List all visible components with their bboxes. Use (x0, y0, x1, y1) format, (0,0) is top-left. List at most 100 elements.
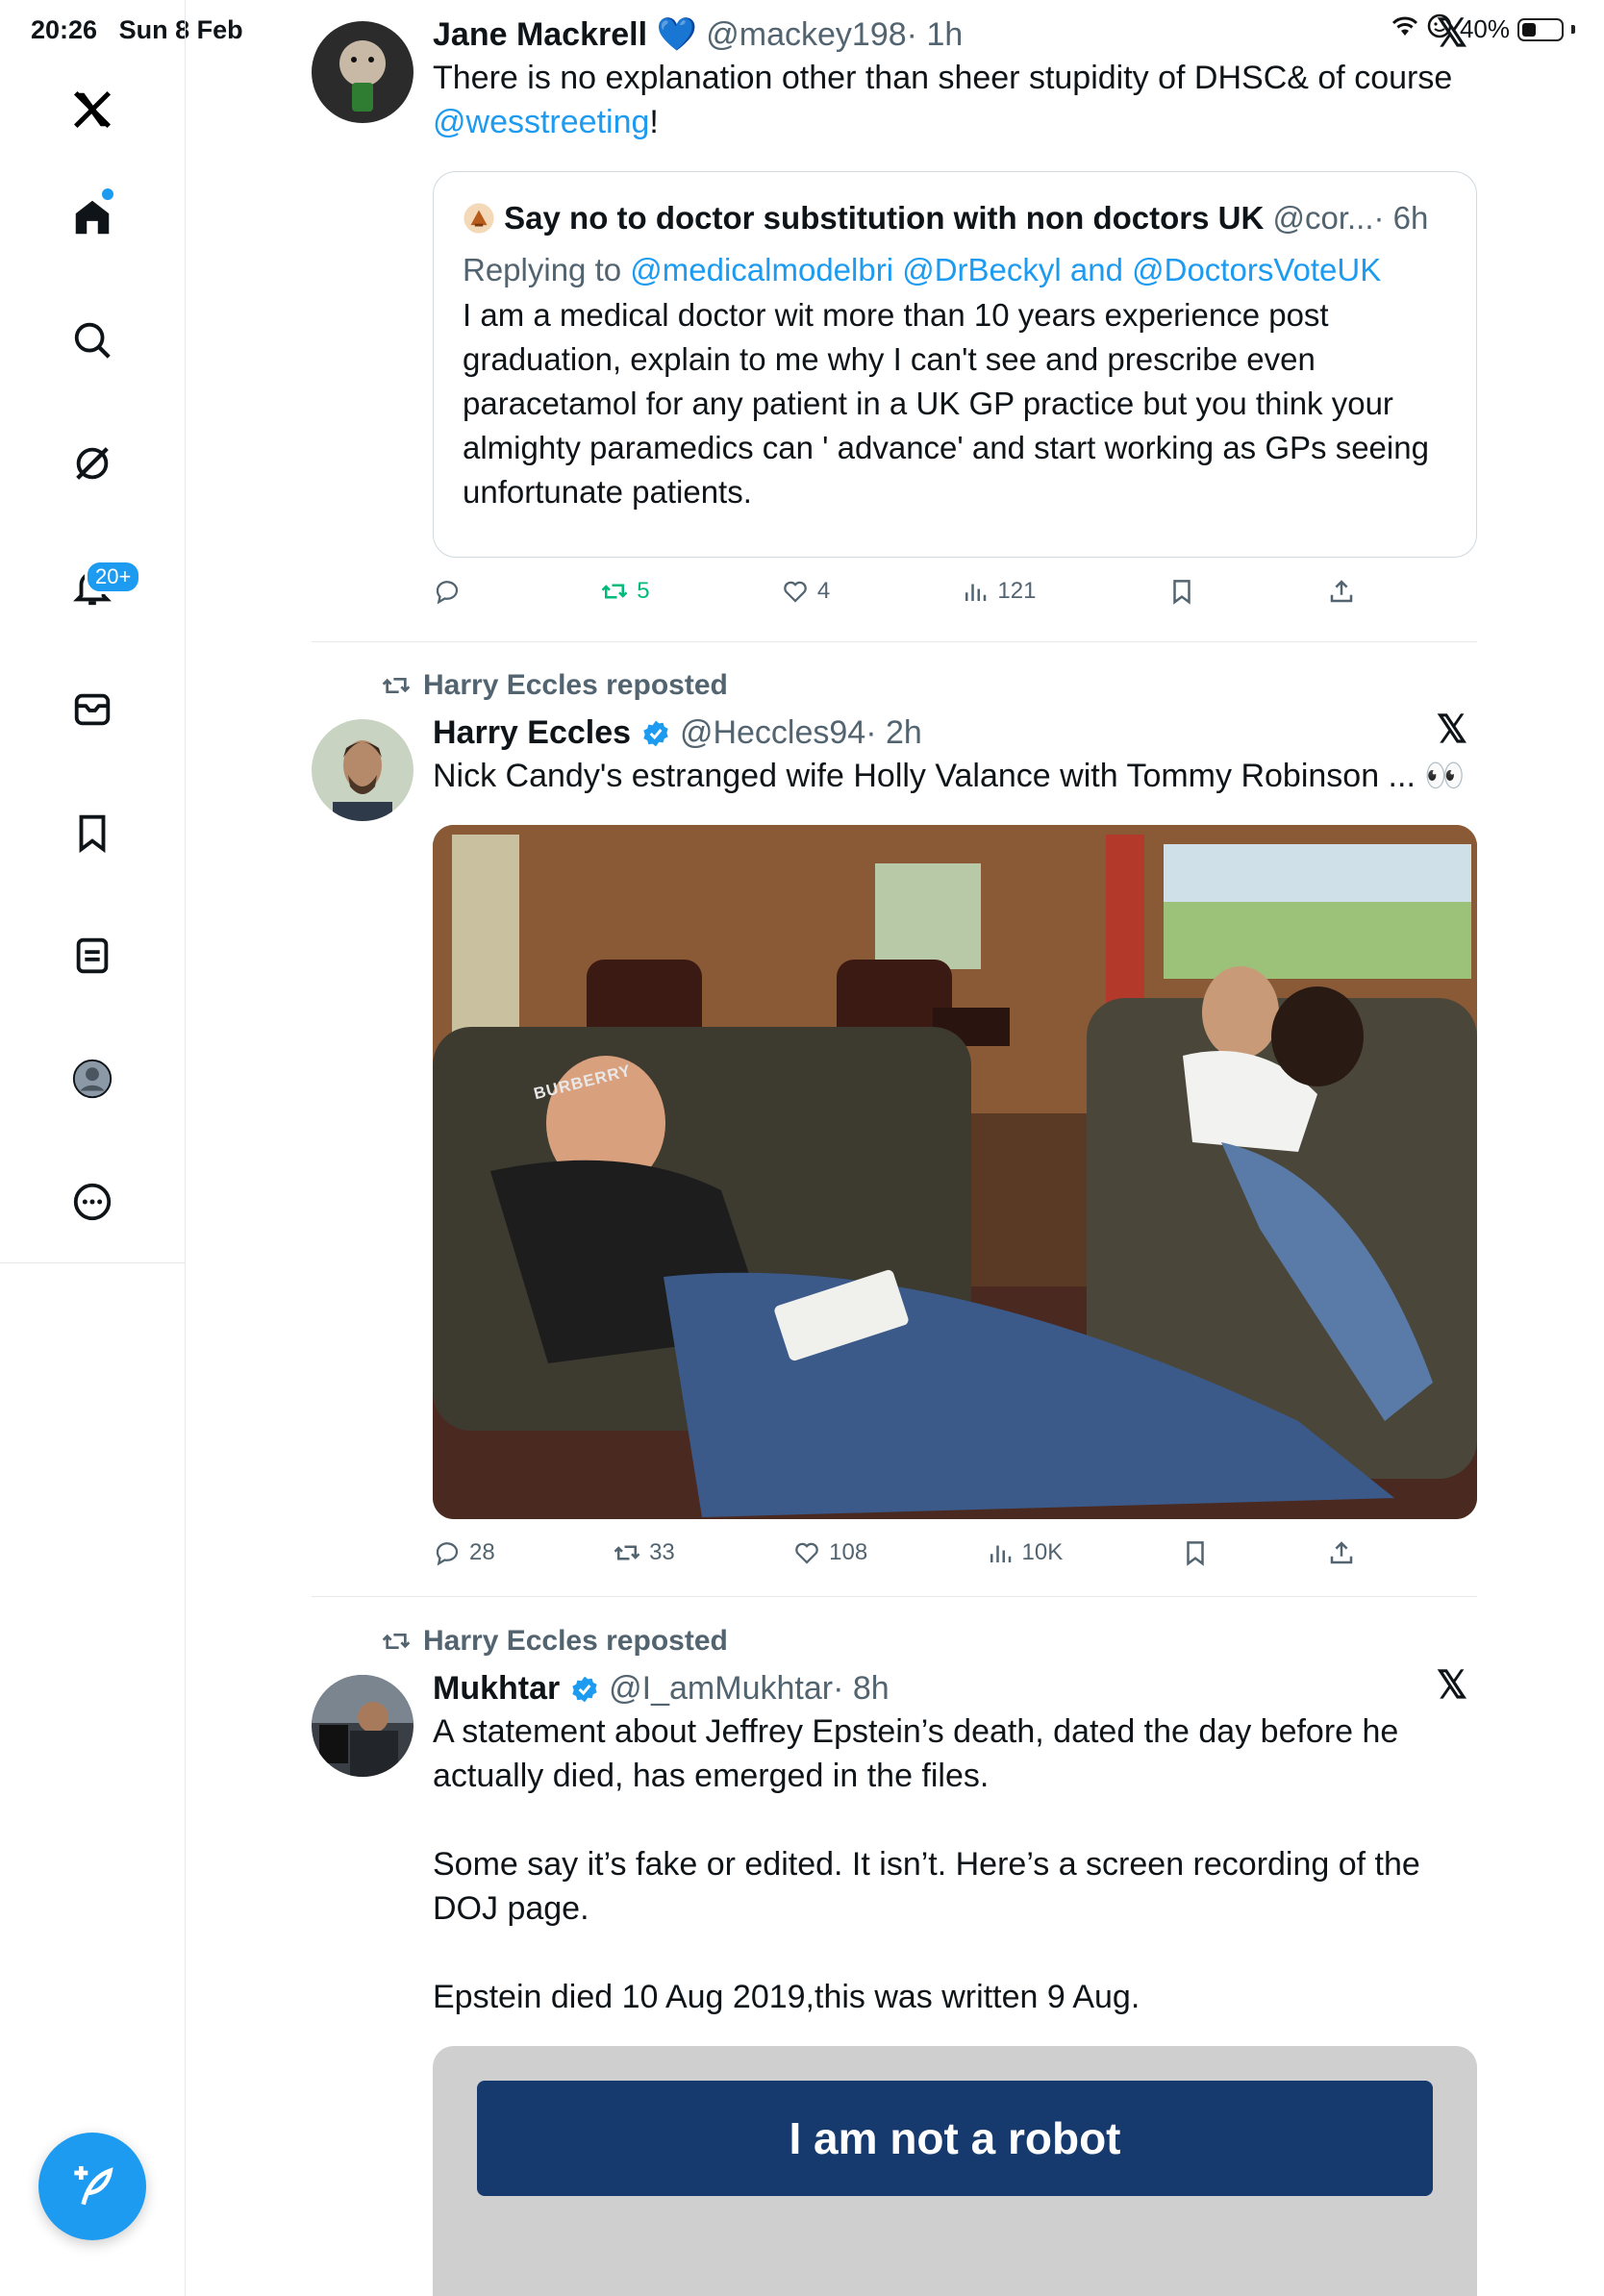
sidebar: 20+ (0, 0, 186, 2296)
bookmark-icon (1172, 580, 1190, 605)
share-icon (1330, 580, 1353, 603)
bookmark-icon (1186, 1541, 1204, 1566)
quote-time: · 6h (1373, 200, 1429, 236)
tweet-header: Harry Eccles @Heccles94· 2h (433, 711, 1477, 754)
quote-author-handle[interactable]: @cor... (1272, 200, 1373, 236)
repost-count: 33 (649, 1539, 675, 1565)
author-name[interactable]: Jane Mackrell (433, 16, 647, 53)
x-logo-icon: 𝕏 (1436, 12, 1467, 55)
repost-count: 5 (637, 578, 650, 604)
reply-mention-link[interactable]: @medicalmodelbri (630, 252, 893, 287)
compose-tweet-button[interactable] (38, 2133, 146, 2240)
tweet-divider (312, 641, 1477, 642)
repost-icon (382, 1634, 411, 1649)
share-button[interactable] (1327, 1538, 1356, 1567)
verified-badge-icon (572, 1676, 597, 1703)
captcha-button-in-video: I am not a robot (477, 2081, 1433, 2196)
tweet-text-paragraph: A statement about Jeffrey Epstein’s deat… (433, 1713, 1399, 1794)
reply-button[interactable]: 28 (433, 1538, 495, 1567)
author-name[interactable]: Harry Eccles (433, 714, 631, 751)
quote-text: I am a medical doctor wit more than 10 y… (463, 297, 1429, 510)
tweet-header: Jane Mackrell 💙 @mackey198· 1h (433, 13, 1477, 56)
battery-icon (1517, 17, 1564, 41)
bookmark-button[interactable] (1167, 577, 1196, 606)
feather-plus-icon (74, 2166, 113, 2206)
repost-icon (601, 584, 628, 599)
sidebar-divider (0, 1262, 185, 1263)
tweet-time: · 1h (906, 16, 964, 53)
tweet-text: There is no explanation other than sheer… (433, 56, 1477, 144)
mention-link[interactable]: @wesstreeting (433, 104, 649, 140)
verified-badge-icon (642, 720, 668, 747)
x-logo-icon: 𝕏 (1436, 709, 1467, 751)
text-segment: There is no explanation other than sheer… (433, 60, 1453, 96)
reply-and: and (1061, 252, 1133, 287)
home-unread-dot (102, 188, 113, 200)
reply-mention-link[interactable]: @DoctorsVoteUK (1132, 252, 1381, 287)
tweet-actions: 28 33 108 10K (433, 1538, 1356, 1567)
views-chart-icon (990, 1545, 1011, 1562)
messages-icon[interactable] (63, 681, 121, 738)
profile-avatar-icon[interactable] (63, 1050, 121, 1108)
author-handle[interactable]: @Heccles94 (680, 714, 865, 751)
quote-header: Say no to doctor substitution with non d… (463, 197, 1447, 239)
avatar[interactable] (312, 719, 414, 821)
tweet-time: · 2h (865, 714, 922, 751)
avatar[interactable] (312, 21, 414, 123)
repost-button[interactable]: 5 (600, 577, 650, 606)
tweet-divider (312, 1596, 1477, 1597)
x-logo-icon: 𝕏 (1436, 1664, 1467, 1707)
repost-icon (614, 1545, 640, 1560)
reply-icon (436, 581, 459, 605)
more-icon[interactable] (63, 1173, 121, 1231)
replying-to: Replying to @medicalmodelbri @DrBeckyl a… (463, 247, 1447, 293)
like-button[interactable]: 108 (792, 1538, 867, 1567)
repost-indicator[interactable]: Harry Eccles reposted (381, 1625, 728, 1658)
avatar[interactable] (312, 1675, 414, 1777)
views-button[interactable]: 10K (986, 1538, 1064, 1567)
heart-icon (795, 1542, 818, 1564)
notification-badge: 20+ (85, 560, 142, 594)
text-segment: ! (649, 104, 659, 140)
view-count: 10K (1021, 1539, 1064, 1565)
lists-icon[interactable] (63, 927, 121, 985)
views-button[interactable]: 121 (961, 577, 1036, 606)
quoted-tweet[interactable]: Say no to doctor substitution with non d… (433, 171, 1477, 558)
author-name[interactable]: Mukhtar (433, 1670, 560, 1707)
share-icon (1330, 1541, 1353, 1564)
train-carriage-photo (433, 825, 1477, 1519)
tweet-text: Nick Candy's estranged wife Holly Valanc… (433, 758, 1466, 794)
view-count: 121 (997, 578, 1037, 604)
views-chart-icon (965, 584, 987, 601)
reply-button[interactable] (433, 577, 469, 606)
tweet-header: Mukhtar @I_amMukhtar· 8h (433, 1667, 1477, 1710)
heart-emoji: 💙 (656, 16, 697, 53)
bookmark-button[interactable] (1181, 1538, 1210, 1567)
author-handle[interactable]: @mackey198 (706, 16, 906, 53)
reply-mention-link[interactable]: @DrBeckyl (902, 252, 1062, 287)
grok-icon[interactable] (63, 435, 121, 492)
repost-label: Harry Eccles reposted (423, 1625, 728, 1657)
search-icon[interactable] (63, 312, 121, 369)
tweet-photo[interactable]: BURBERRY (433, 825, 1477, 1519)
repost-label: Harry Eccles reposted (423, 669, 728, 701)
author-handle[interactable]: @I_amMukhtar (609, 1670, 833, 1707)
share-button[interactable] (1327, 577, 1356, 606)
like-button[interactable]: 4 (781, 577, 830, 606)
like-count: 4 (816, 578, 831, 604)
battery-tip (1571, 25, 1575, 34)
tweet-text-paragraph: Epstein died 10 Aug 2019,this was writte… (433, 1979, 1140, 2015)
repost-indicator[interactable]: Harry Eccles reposted (381, 669, 728, 702)
x-logo-icon[interactable] (63, 81, 121, 138)
tweet-video-preview[interactable]: I am not a robot (433, 2046, 1477, 2296)
tweet-time: · 8h (833, 1670, 890, 1707)
bookmarks-icon[interactable] (63, 804, 121, 861)
like-count: 108 (829, 1539, 868, 1565)
reply-count: 28 (469, 1539, 495, 1565)
tweet-actions: 5 4 121 (433, 577, 1356, 606)
repost-button[interactable]: 33 (613, 1538, 675, 1567)
replying-label: Replying to (463, 252, 631, 287)
quote-avatar-icon (463, 200, 495, 236)
heart-icon (784, 581, 807, 603)
quote-author-name[interactable]: Say no to doctor substitution with non d… (504, 200, 1264, 236)
